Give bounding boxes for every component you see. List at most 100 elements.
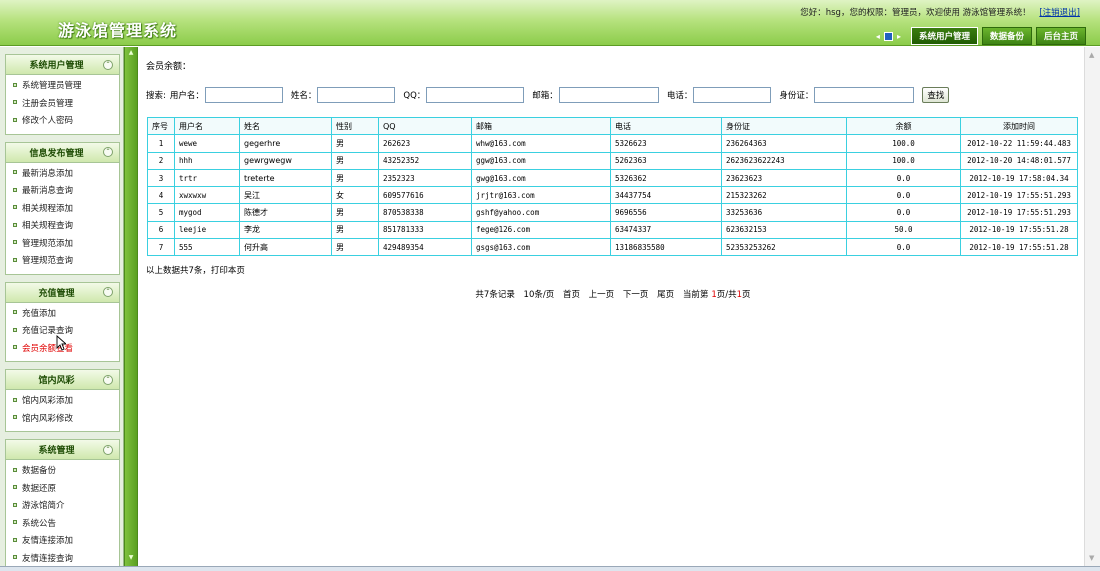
table-cell: 623632153 bbox=[721, 220, 847, 240]
table-cell: gewrgwegw bbox=[239, 151, 332, 170]
collapse-icon[interactable]: ⌃ bbox=[103, 147, 113, 157]
qq-input[interactable] bbox=[426, 87, 525, 103]
splitter-down-icon[interactable]: ▼ bbox=[127, 554, 135, 564]
table-cell: treterte bbox=[239, 168, 332, 188]
sidebar-group-header[interactable]: 馆内风彩 ⌃ bbox=[6, 370, 119, 390]
table-cell: 43252352 bbox=[378, 151, 472, 170]
bullet-icon bbox=[13, 467, 17, 472]
bullet-icon bbox=[13, 520, 17, 524]
summary-text: 以上数据共7条，打印本页 bbox=[146, 266, 245, 276]
sidebar-item-gallery-edit[interactable]: 馆内风彩修改 bbox=[6, 411, 119, 429]
sidebar-group-header[interactable]: 信息发布管理 ⌃ bbox=[6, 142, 119, 163]
sidebar-item-data-backup[interactable]: 数据备份 bbox=[6, 463, 119, 481]
pager-current: 当前第 1页/共1页 bbox=[682, 290, 751, 300]
table-cell: 2352323 bbox=[378, 168, 472, 188]
email-label: 邮箱： bbox=[532, 91, 558, 101]
tab-admin-home[interactable]: 后台主页 bbox=[1035, 27, 1086, 45]
pagination: 共7条记录 10条/页 首页 上一页 下一页 尾页 当前第 1页/共1页 bbox=[139, 288, 1084, 300]
nav-next-icon[interactable]: ▸ bbox=[897, 32, 901, 41]
bullet-icon bbox=[13, 100, 17, 104]
id-card-input[interactable] bbox=[814, 87, 915, 103]
sidebar-group-header[interactable]: 系统用户管理 ⌃ bbox=[6, 55, 119, 75]
sidebar-group-title: 充值管理 bbox=[38, 288, 75, 299]
table-cell: 1 bbox=[147, 134, 175, 153]
sidebar-item-data-restore[interactable]: 数据还原 bbox=[6, 481, 119, 499]
sidebar-item-norms-query[interactable]: 管理规范查询 bbox=[6, 253, 119, 271]
sidebar-item-links-query[interactable]: 友情连接查询 bbox=[6, 551, 119, 567]
splitter-up-icon[interactable]: ▲ bbox=[127, 49, 135, 59]
sidebar-item-recharge-add[interactable]: 充值添加 bbox=[6, 306, 119, 324]
sidebar-item-rules-query[interactable]: 相关规程查询 bbox=[6, 218, 119, 236]
sidebar-item-member-manage[interactable]: 注册会员管理 bbox=[6, 96, 119, 114]
sidebar-item-norms-add[interactable]: 管理规范添加 bbox=[6, 236, 119, 254]
scroll-up-icon[interactable]: ▲ bbox=[1089, 51, 1094, 59]
sidebar-item-change-password[interactable]: 修改个人密码 bbox=[6, 113, 119, 131]
table-cell: gshf@yahoo.com bbox=[471, 203, 611, 222]
table-cell: 429489354 bbox=[378, 238, 472, 257]
status-bar bbox=[0, 566, 1100, 571]
table-cell: leejie bbox=[174, 220, 240, 240]
table-row: 5 mygod 陈德才男 870538338 gshf@yahoo.com 9696556… bbox=[147, 203, 1078, 222]
sidebar-group-user-admin: 系统用户管理 ⌃ 系统管理员管理 注册会员管理 修改个人密码 bbox=[5, 54, 120, 135]
scroll-down-icon[interactable]: ▼ bbox=[1089, 554, 1094, 562]
table-cell: 0.0 bbox=[846, 168, 961, 188]
sidebar-item-label: 注册会员管理 bbox=[22, 98, 74, 109]
sidebar-item-gallery-add[interactable]: 馆内风彩添加 bbox=[6, 393, 119, 411]
table-cell: 2012-10-19 17:55:51.28 bbox=[960, 220, 1078, 240]
sidebar-item-label: 修改个人密码 bbox=[22, 116, 74, 126]
nav-prev-icon[interactable]: ◂ bbox=[876, 32, 880, 41]
sidebar-item-intro[interactable]: 游泳馆简介 bbox=[6, 498, 119, 516]
pager-last-link[interactable]: 尾页 bbox=[657, 290, 674, 300]
sidebar-item-news-add[interactable]: 最新消息添加 bbox=[6, 166, 119, 184]
sidebar-item-links-add[interactable]: 友情连接添加 bbox=[6, 533, 119, 551]
email-input[interactable] bbox=[558, 87, 659, 103]
table-cell: 555 bbox=[174, 238, 240, 257]
search-button[interactable]: 查找 bbox=[922, 87, 950, 103]
bullet-icon bbox=[13, 117, 17, 122]
sidebar-item-label: 数据还原 bbox=[22, 483, 57, 494]
sidebar-group-header[interactable]: 充值管理 ⌃ bbox=[6, 282, 119, 303]
table-cell: 0.0 bbox=[846, 238, 961, 257]
phone-input[interactable] bbox=[693, 87, 772, 103]
main-scrollbar[interactable]: ▲ ▼ bbox=[1084, 47, 1100, 566]
collapse-icon[interactable]: ⌃ bbox=[103, 374, 113, 385]
sidebar-group-header[interactable]: 系统管理 ⌃ bbox=[6, 440, 119, 460]
col-header: 邮箱 bbox=[471, 116, 611, 136]
pager-next-link[interactable]: 下一页 bbox=[623, 290, 649, 300]
sidebar-group-title: 系统管理 bbox=[38, 446, 75, 456]
welcome-text: 您好：hsg，您的权限：管理员，欢迎使用 游泳馆管理系统！ bbox=[800, 8, 1031, 18]
bullet-icon bbox=[13, 397, 17, 402]
tab-data-backup[interactable]: 数据备份 bbox=[981, 27, 1032, 45]
table-cell: 236264363 bbox=[721, 134, 847, 153]
table-cell: 吴江 bbox=[239, 186, 332, 205]
pager-prev-link[interactable]: 上一页 bbox=[589, 290, 615, 300]
bullet-icon bbox=[13, 82, 17, 87]
pager-first-link[interactable]: 首页 bbox=[563, 290, 580, 300]
table-cell: 3 bbox=[147, 168, 175, 188]
collapse-icon[interactable]: ⌃ bbox=[103, 444, 113, 455]
table-cell: whw@163.com bbox=[471, 134, 611, 153]
table-cell: 100.0 bbox=[846, 151, 961, 170]
sidebar-item-announcement[interactable]: 系统公告 bbox=[6, 516, 119, 534]
qq-label: QQ： bbox=[403, 91, 426, 101]
collapse-icon[interactable]: ⌃ bbox=[103, 59, 113, 70]
name-input[interactable] bbox=[317, 87, 396, 103]
sidebar-item-label: 最新消息查询 bbox=[22, 186, 74, 196]
table-cell: 男 bbox=[331, 168, 379, 188]
logout-link[interactable]: [注销退出] bbox=[1039, 8, 1080, 18]
sidebar-item-rules-add[interactable]: 相关规程添加 bbox=[6, 201, 119, 219]
sidebar-item-admin-manage[interactable]: 系统管理员管理 bbox=[6, 78, 119, 96]
sidebar-item-label: 友情连接查询 bbox=[22, 553, 74, 564]
sidebar-splitter[interactable]: ▲ ▼ bbox=[124, 47, 138, 566]
username-input[interactable] bbox=[204, 87, 283, 103]
sidebar-item-news-query[interactable]: 最新消息查询 bbox=[6, 183, 119, 201]
table-cell: gegerhre bbox=[239, 134, 332, 153]
sidebar-group-title: 信息发布管理 bbox=[29, 148, 84, 159]
sidebar-item-label: 数据备份 bbox=[22, 466, 57, 476]
pager-total: 共7条记录 bbox=[475, 290, 515, 300]
tab-system-users[interactable]: 系统用户管理 bbox=[910, 27, 978, 45]
table-cell: 4 bbox=[147, 186, 175, 205]
table-cell: 2012-10-22 11:59:44.483 bbox=[960, 134, 1078, 153]
collapse-icon[interactable]: ⌃ bbox=[103, 287, 113, 297]
sidebar-item-label: 最新消息添加 bbox=[22, 168, 74, 179]
